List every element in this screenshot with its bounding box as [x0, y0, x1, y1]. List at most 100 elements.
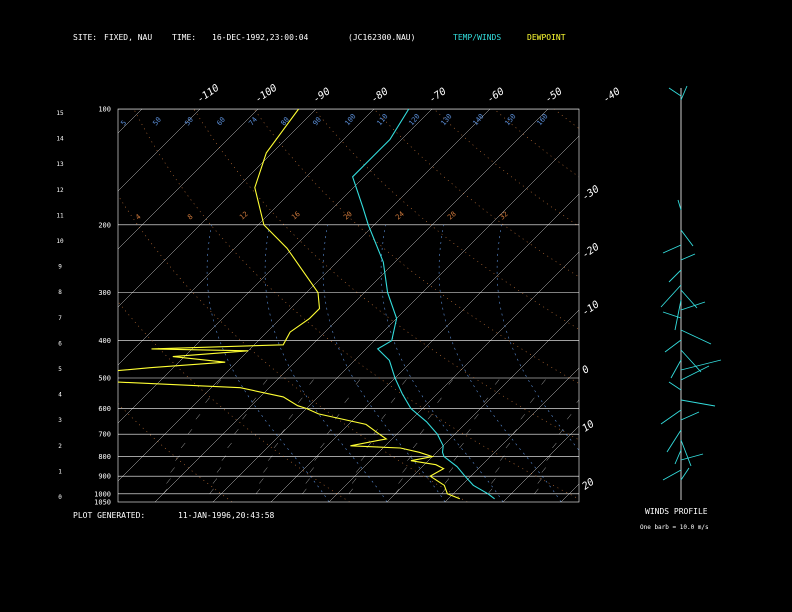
dry-adiabat	[734, 109, 792, 502]
top-isotherm-label: -110	[195, 83, 221, 106]
height-tick-label: 15	[56, 110, 64, 117]
wind-panel	[660, 85, 722, 500]
mixing-ratio-dash	[698, 429, 702, 434]
mixing-ratio-dash	[351, 478, 357, 484]
isotherm-line	[0, 109, 84, 502]
mixing-ratio-label: 100	[343, 112, 357, 127]
mixing-ratio-dash	[681, 467, 685, 472]
mixing-ratio-dash	[599, 443, 603, 448]
wind-barb	[662, 244, 682, 254]
wind-barb	[660, 284, 682, 308]
series-clip-group	[118, 109, 495, 500]
mixing-ratio-dash	[412, 442, 418, 449]
mixing-ratio-dash	[441, 488, 446, 495]
mixing-ratio-label: 5	[119, 119, 128, 127]
pressure-tick-label: 600	[98, 405, 111, 413]
height-tick-label: 8	[58, 289, 62, 296]
height-tick-label: 0	[58, 494, 62, 501]
height-tick-label: 14	[56, 136, 64, 143]
wind-barb	[680, 85, 688, 101]
mixing-ratio-label: 80	[279, 116, 291, 128]
mixing-ratio-dash	[706, 414, 710, 419]
theta-label: 8	[186, 213, 194, 222]
mixing-ratio-dash	[348, 488, 353, 495]
wind-barb	[680, 253, 696, 261]
mixing-ratio-dash	[631, 479, 635, 484]
mixing-ratio-dash	[209, 488, 214, 495]
isotherm-line	[0, 109, 26, 502]
wind-barb	[680, 229, 694, 247]
mixing-ratio-label: 120	[407, 112, 421, 127]
wind-barb	[680, 349, 702, 373]
mixing-ratio-dash	[530, 397, 535, 403]
mixing-ratio-dash	[534, 488, 539, 495]
mixing-ratio-dash	[512, 429, 517, 435]
mixing-ratio-dash	[552, 442, 557, 449]
theta-label: 12	[238, 210, 250, 222]
winds-profile-title: WINDS PROFILE	[645, 507, 708, 516]
wind-barb	[670, 359, 682, 379]
dry-adiabat	[313, 109, 579, 330]
mixing-ratio-dash	[227, 442, 232, 449]
top-isotherm-label: -60	[485, 86, 506, 105]
height-tick-label: 12	[56, 187, 64, 194]
isotherm-line	[270, 193, 579, 502]
mixing-ratio-label: 130	[439, 112, 453, 127]
wind-barb	[680, 329, 712, 345]
wind-barb	[677, 199, 682, 211]
time-value: 16-DEC-1992,23:00:04	[212, 33, 309, 42]
wind-barb	[668, 87, 682, 97]
mixing-ratio-dash	[505, 442, 511, 449]
mixing-ratio-dash	[444, 478, 450, 484]
right-isotherm-label: -30	[580, 184, 601, 203]
mixing-ratio-dash	[466, 429, 471, 435]
mixing-ratio-dash	[692, 443, 696, 448]
mixing-ratio-dash	[427, 414, 433, 420]
mixing-ratio-dash	[305, 478, 310, 484]
wind-barb	[662, 469, 682, 481]
pressure-tick-label: 1000	[94, 490, 111, 498]
wind-barb	[674, 449, 682, 465]
height-tick-label: 4	[58, 392, 62, 399]
mixing-ratio-dash	[635, 467, 639, 472]
dry-adiabat	[373, 109, 579, 278]
mixing-ratio-label: 50	[183, 116, 195, 128]
mixing-ratio-dash	[652, 429, 656, 434]
pressure-tick-label: 800	[98, 453, 111, 461]
wind-barb	[668, 269, 682, 283]
mixing-ratio-dash	[541, 467, 546, 473]
theta-label: 20	[342, 210, 354, 222]
theta-label: 24	[394, 210, 406, 222]
site-label: SITE:	[73, 33, 97, 42]
wind-barb	[680, 439, 692, 467]
mixing-ratio-label: 140	[471, 112, 485, 127]
wind-barb	[674, 299, 682, 331]
wind-barb	[680, 453, 704, 461]
height-tick-label: 7	[58, 315, 62, 322]
moist-adiabat	[206, 224, 330, 502]
top-isotherm-label: -100	[253, 83, 279, 106]
pressure-tick-label: 400	[98, 337, 111, 345]
top-isotherm-label: -40	[601, 86, 622, 105]
pressure-tick-label: 100	[98, 106, 111, 114]
wind-barb	[680, 365, 710, 381]
skewt-chart: 1002003004005006007008009001000105001234…	[0, 33, 792, 531]
mixing-ratio-dash	[309, 379, 314, 385]
axis-labels: 1002003004005006007008009001000105001234…	[56, 83, 622, 507]
dry-adiabat	[118, 403, 233, 502]
pressure-tick-label: 900	[98, 473, 111, 481]
height-tick-label: 1	[58, 468, 62, 475]
wind-barb	[666, 429, 682, 453]
isotherm-line	[118, 109, 433, 424]
pressure-tick-label: 300	[98, 289, 111, 297]
wind-barb	[668, 381, 682, 391]
isotherm-line	[328, 251, 579, 502]
height-tick-label: 2	[58, 443, 62, 450]
height-tick-label: 11	[56, 212, 64, 219]
theta-label: 32	[498, 210, 510, 222]
mixing-ratio-dash	[195, 414, 201, 420]
top-isotherm-label: -70	[427, 86, 448, 105]
mixing-ratio-dash	[187, 429, 193, 435]
moist-adiabat	[264, 224, 388, 502]
right-isotherm-label: 10	[580, 419, 596, 435]
